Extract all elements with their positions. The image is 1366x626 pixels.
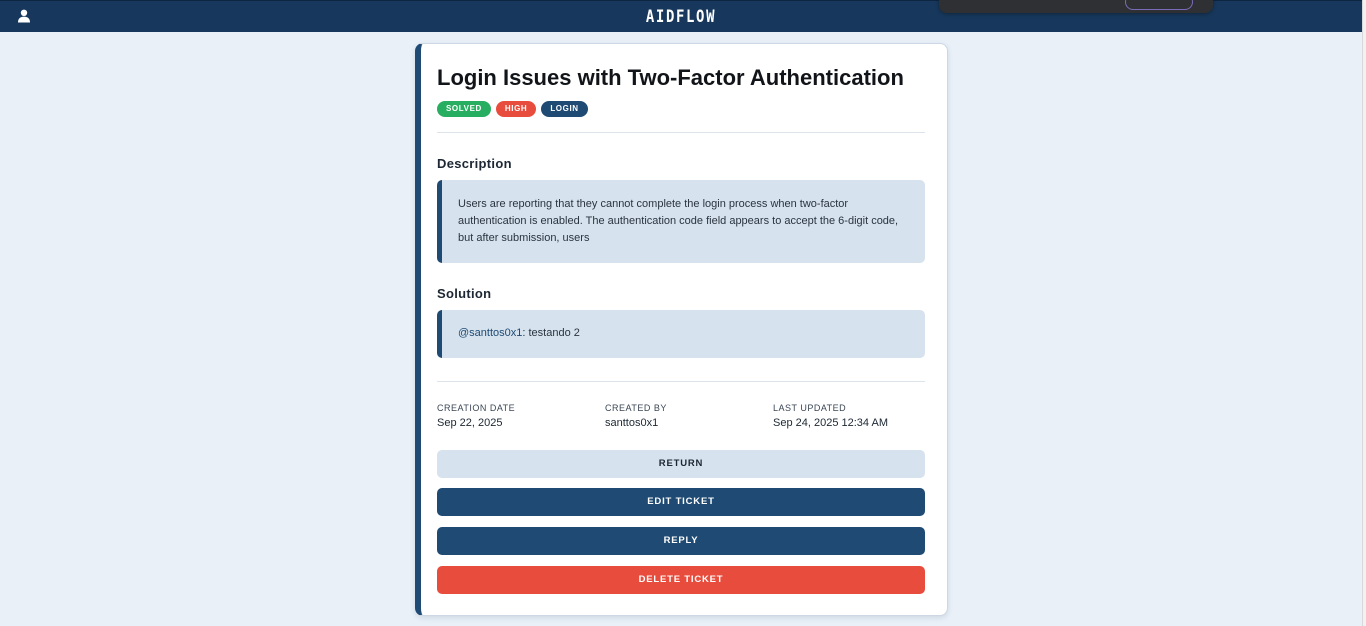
created-by-label: CREATED BY — [605, 403, 667, 413]
priority-badge: HIGH — [495, 101, 537, 117]
scrollbar[interactable] — [1362, 0, 1366, 626]
created-by-value: santtos0x1 — [605, 417, 659, 429]
description-heading: Description — [437, 156, 512, 171]
ticket-card: Login Issues with Two-Factor Authenticat… — [415, 43, 948, 616]
status-badge: SOLVED — [437, 101, 491, 117]
creation-date-label: CREATION DATE — [437, 403, 516, 413]
edit-ticket-button[interactable]: EDIT TICKET — [437, 488, 925, 516]
solution-heading: Solution — [437, 286, 492, 301]
divider — [437, 381, 925, 382]
ticket-title: Login Issues with Two-Factor Authenticat… — [437, 65, 904, 90]
delete-ticket-button[interactable]: DELETE TICKET — [437, 566, 925, 594]
divider — [437, 132, 925, 133]
description-text: Users are reporting that they cannot com… — [458, 198, 899, 244]
user-mention-link[interactable]: @santtos0x1 — [458, 327, 522, 339]
user-icon[interactable] — [17, 9, 31, 23]
description-box: Users are reporting that they cannot com… — [437, 180, 925, 263]
creation-date-value: Sep 22, 2025 — [437, 417, 503, 429]
solution-box: @santtos0x1: testando 2 — [437, 310, 925, 358]
ticket-tags: SOLVED HIGH LOGIN — [437, 101, 588, 117]
category-badge: LOGIN — [541, 101, 588, 117]
reply-button[interactable]: REPLY — [437, 527, 925, 555]
last-updated-label: LAST UPDATED — [773, 403, 847, 413]
popup-button[interactable] — [1125, 0, 1193, 10]
last-updated-value: Sep 24, 2025 12:34 AM — [773, 417, 888, 429]
solution-text: : testando 2 — [522, 327, 580, 339]
notification-popup — [939, 0, 1213, 13]
return-button[interactable]: RETURN — [437, 450, 925, 478]
